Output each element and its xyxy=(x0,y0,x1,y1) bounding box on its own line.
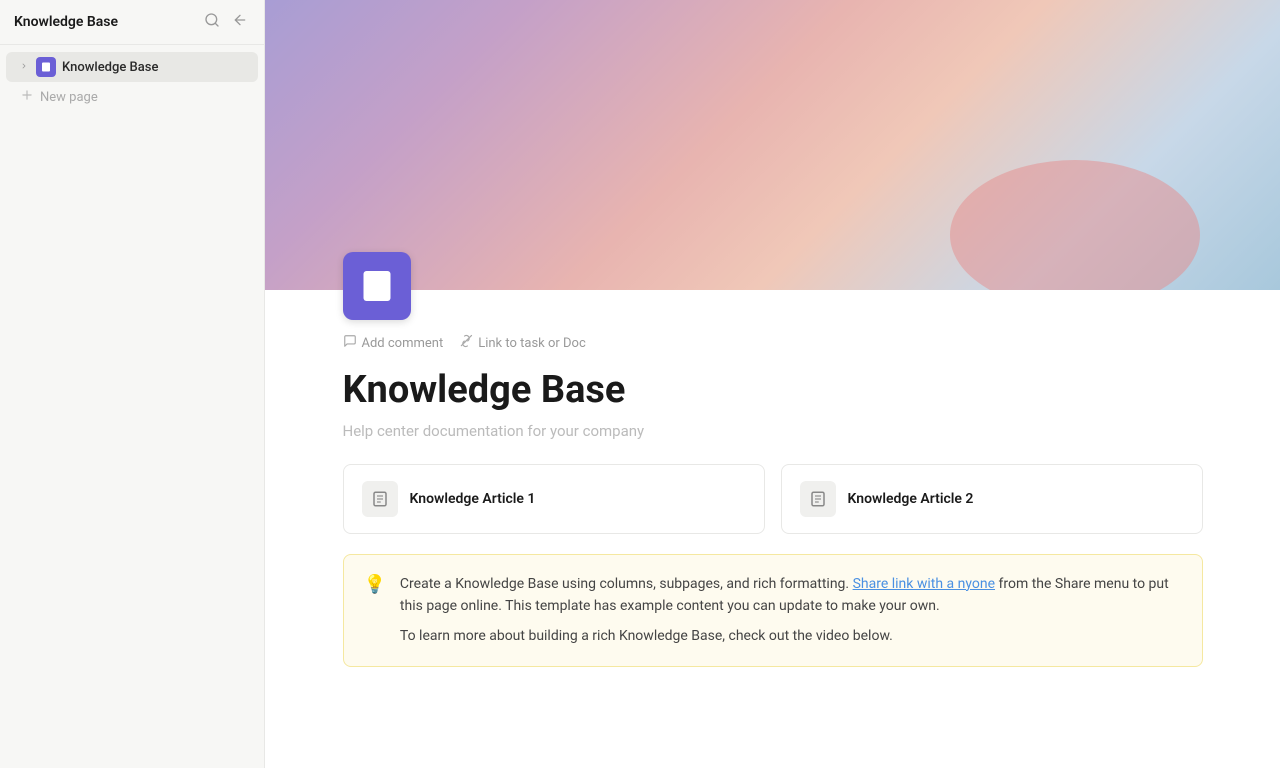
collapse-icon[interactable] xyxy=(230,10,250,34)
articles-row: Knowledge Article 1 Knowledge Article 2 xyxy=(323,464,1223,554)
add-comment-button[interactable]: Add comment xyxy=(343,334,444,352)
main-content: Add comment Link to task or Doc Knowledg… xyxy=(265,0,1280,768)
new-page-label: New page xyxy=(40,90,98,105)
info-box: 💡 Create a Knowledge Base using columns,… xyxy=(343,554,1203,667)
sidebar-item-label: Knowledge Base xyxy=(62,60,158,75)
link-icon xyxy=(459,334,473,352)
add-comment-label: Add comment xyxy=(362,336,444,351)
article-card-2[interactable]: Knowledge Article 2 xyxy=(781,464,1203,534)
bulb-icon: 💡 xyxy=(364,574,386,648)
article-icon-1 xyxy=(362,481,398,517)
sidebar-nav: Knowledge Base New page xyxy=(0,45,264,768)
page-subtitle: Help center documentation for your compa… xyxy=(323,418,1223,464)
sidebar: Knowledge Base Knowle xyxy=(0,0,265,768)
plus-icon xyxy=(20,88,34,106)
sidebar-item-knowledge-base[interactable]: Knowledge Base xyxy=(6,52,258,82)
sidebar-header-icons xyxy=(202,10,250,34)
page-icon-small xyxy=(36,57,56,77)
page-icon xyxy=(343,252,411,320)
link-button[interactable]: Link to task or Doc xyxy=(459,334,586,352)
sidebar-title: Knowledge Base xyxy=(14,14,118,30)
chevron-right-icon xyxy=(20,62,28,73)
page-content: Add comment Link to task or Doc Knowledg… xyxy=(323,290,1223,707)
info-link[interactable]: Share link with a nyone xyxy=(853,576,995,592)
new-page-button[interactable]: New page xyxy=(6,83,258,111)
page-title: Knowledge Base xyxy=(323,358,1223,418)
article-icon-2 xyxy=(800,481,836,517)
link-label: Link to task or Doc xyxy=(478,336,586,351)
search-icon[interactable] xyxy=(202,10,222,34)
comment-icon xyxy=(343,334,357,352)
info-text-1: Create a Knowledge Base using columns, s… xyxy=(400,573,1182,618)
page-toolbar: Add comment Link to task or Doc xyxy=(323,320,1223,358)
page-banner xyxy=(265,0,1280,290)
article-card-1[interactable]: Knowledge Article 1 xyxy=(343,464,765,534)
info-text-2: To learn more about building a rich Know… xyxy=(400,625,1182,647)
sidebar-header: Knowledge Base xyxy=(0,0,264,45)
page-icon-wrapper xyxy=(323,252,1223,320)
article-label-2: Knowledge Article 2 xyxy=(848,491,974,507)
info-box-content: Create a Knowledge Base using columns, s… xyxy=(400,573,1182,648)
info-text-before-link: Create a Knowledge Base using columns, s… xyxy=(400,576,853,592)
article-label-1: Knowledge Article 1 xyxy=(410,491,536,507)
